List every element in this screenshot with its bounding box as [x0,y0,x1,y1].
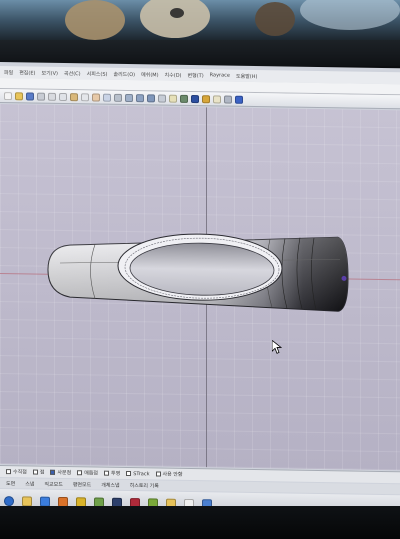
help-icon[interactable] [235,95,243,104]
checkbox-icon[interactable] [6,469,11,475]
copy-icon[interactable] [59,92,67,101]
menu-view[interactable]: 보기(V) [41,69,58,76]
material-icon[interactable] [202,94,210,103]
checkbox-checked-icon[interactable] [50,469,56,475]
print-icon[interactable] [37,92,45,101]
osnap-point[interactable]: 점 [32,469,44,476]
menu-rayrace[interactable]: Rayrace [210,72,230,78]
new-file-icon[interactable] [4,91,12,100]
undo-view-icon[interactable] [158,93,166,103]
osnap-quadrant[interactable]: 사분점 [50,469,71,476]
menu-curve[interactable]: 곡선(C) [64,70,81,77]
osnap-strack[interactable]: STrack [126,470,150,477]
menu-transform[interactable]: 변형(T) [188,71,204,78]
toggle-planar[interactable]: 평면모드 [73,481,91,488]
window-light [300,0,400,30]
plush-toy-center-spots [170,8,184,18]
cut-icon[interactable] [48,92,56,101]
perspective-viewport[interactable] [0,104,400,471]
menu-edit[interactable]: 편집(E) [19,69,35,76]
plush-toy-center [140,0,210,38]
osnap-perpendicular[interactable]: 수직점 [6,468,27,475]
menu-file[interactable]: 파일 [4,69,13,76]
zoom-extents-icon[interactable] [136,93,144,102]
toggle-grid[interactable]: 도면 [6,480,15,487]
menu-solid[interactable]: 솔리드(O) [113,70,135,77]
pan-hand-icon[interactable] [92,92,100,102]
checkbox-icon[interactable] [155,471,161,477]
lights-icon[interactable] [213,94,221,103]
menu-help[interactable]: 도움말(H) [236,72,257,79]
mouse-pointer-icon [272,340,282,354]
toggle-history[interactable]: 히스토리 기록 [130,482,159,489]
plush-toy-right [255,2,295,36]
menu-mesh[interactable]: 메쉬(M) [141,71,158,78]
save-icon[interactable] [26,91,34,101]
layer-icon[interactable] [169,94,177,103]
start-button-icon[interactable] [4,495,14,506]
open-folder-icon[interactable] [15,91,23,100]
paste-icon[interactable] [70,92,78,101]
toggle-ortho[interactable]: 직교모드 [44,480,62,487]
plush-toy-left [65,0,125,40]
undo-icon[interactable] [81,92,89,101]
monitor-screen: 파일 편집(E) 보기(V) 곡선(C) 서피스(S) 솔리드(O) 메쉬(M)… [0,62,400,519]
checkbox-icon[interactable] [77,470,83,476]
zoom-window-icon[interactable] [125,93,133,102]
model-tube[interactable] [0,104,400,470]
explorer-icon[interactable] [22,495,32,507]
render-sphere-icon[interactable] [191,94,199,103]
properties-icon[interactable] [224,95,232,104]
rotate-view-icon[interactable] [103,93,111,102]
checkbox-icon[interactable] [32,469,38,475]
menu-dimension[interactable]: 치수(D) [165,71,182,78]
checkbox-icon[interactable] [126,470,132,477]
monitor-bezel-bottom [0,506,400,539]
menu-surface[interactable]: 서피스(S) [87,70,108,77]
zoom-selected-icon[interactable] [147,93,155,102]
osnap-disable[interactable]: 사용 안함 [155,470,183,478]
toggle-osnap[interactable]: 개체스냅 [101,481,119,488]
zoom-icon[interactable] [114,93,122,102]
osnap-knot[interactable]: 매듭점 [77,469,98,477]
toggle-snap[interactable]: 스냅 [25,480,34,487]
checkbox-icon[interactable] [104,470,110,476]
display-mode-icon[interactable] [180,94,188,103]
osnap-project[interactable]: 투영 [104,470,120,477]
browser-icon[interactable] [40,496,50,507]
